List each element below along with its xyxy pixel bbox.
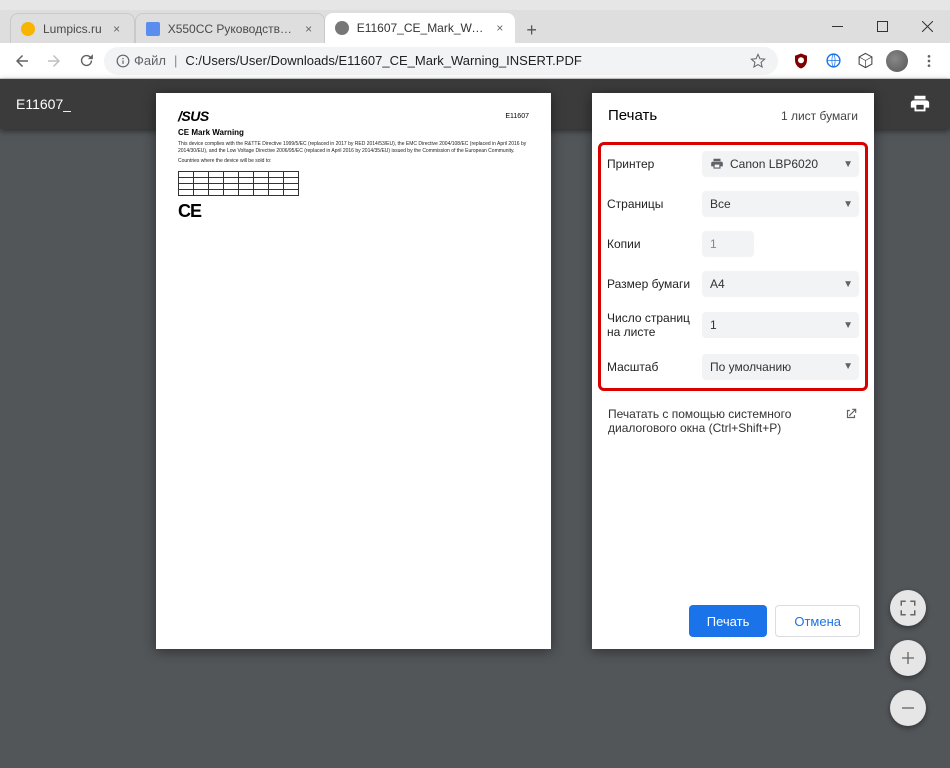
window-minimize-button[interactable] bbox=[815, 13, 860, 41]
shield-icon bbox=[792, 52, 810, 70]
favicon bbox=[335, 21, 349, 35]
papersize-value: A4 bbox=[710, 277, 725, 291]
bookmark-button[interactable] bbox=[750, 53, 766, 69]
window-maximize-button[interactable] bbox=[860, 13, 905, 41]
close-icon bbox=[922, 21, 933, 32]
print-options-box: Принтер Canon LBP6020 ▼ Страницы Все ▼ К… bbox=[598, 142, 868, 391]
browser-menu-button[interactable] bbox=[916, 48, 942, 74]
file-label: Файл bbox=[134, 53, 166, 68]
label-copies: Копии bbox=[607, 237, 702, 251]
nav-forward-button[interactable] bbox=[40, 47, 68, 75]
fit-page-button[interactable] bbox=[890, 590, 926, 626]
window-close-button[interactable] bbox=[905, 13, 950, 41]
browser-tab-2[interactable]: E11607_CE_Mark_Warning_INSEF × bbox=[325, 13, 515, 43]
scale-select[interactable]: По умолчанию ▼ bbox=[702, 354, 859, 380]
extension-generic-1[interactable] bbox=[820, 48, 846, 74]
cube-icon bbox=[857, 52, 874, 69]
label-scale: Масштаб bbox=[607, 360, 702, 374]
print-dialog-title: Печать bbox=[608, 107, 657, 124]
star-icon bbox=[750, 53, 766, 69]
print-button[interactable]: Печать bbox=[689, 605, 768, 637]
viewer-print-button[interactable] bbox=[900, 84, 940, 124]
chevron-down-icon: ▼ bbox=[843, 361, 853, 372]
cancel-button-label: Отмена bbox=[794, 614, 841, 629]
fit-icon bbox=[899, 599, 917, 617]
info-icon bbox=[116, 54, 130, 68]
chevron-down-icon: ▼ bbox=[843, 159, 853, 170]
arrow-right-icon bbox=[45, 52, 63, 70]
label-printer: Принтер bbox=[607, 157, 702, 171]
document-heading: CE Mark Warning bbox=[178, 129, 529, 137]
print-icon bbox=[710, 157, 724, 171]
document-table bbox=[178, 171, 299, 196]
close-icon[interactable]: × bbox=[110, 22, 124, 36]
document-paragraph: Countries where the device will be sold … bbox=[178, 158, 529, 165]
print-icon bbox=[909, 93, 931, 115]
pagespersheet-select[interactable]: 1 ▼ bbox=[702, 312, 859, 338]
zoom-in-button[interactable] bbox=[890, 640, 926, 676]
copies-value: 1 bbox=[710, 237, 717, 251]
reload-icon bbox=[78, 52, 95, 69]
browser-tab-0[interactable]: Lumpics.ru × bbox=[10, 13, 135, 43]
site-info-button[interactable]: Файл bbox=[116, 53, 166, 68]
extension-ublock[interactable] bbox=[788, 48, 814, 74]
browser-tab-1[interactable]: X550CC Руководства пользоват × bbox=[135, 13, 325, 43]
tab-title: X550CC Руководства пользоват bbox=[168, 22, 296, 36]
system-dialog-link[interactable]: Печатать с помощью системного диалоговог… bbox=[592, 395, 874, 447]
close-icon[interactable]: × bbox=[304, 22, 314, 36]
arrow-left-icon bbox=[13, 52, 31, 70]
favicon bbox=[21, 22, 35, 36]
tab-title: Lumpics.ru bbox=[43, 22, 102, 36]
chevron-down-icon: ▼ bbox=[843, 320, 853, 331]
label-pagespersheet: Число страниц на листе bbox=[607, 311, 702, 340]
pages-value: Все bbox=[710, 197, 731, 211]
pdf-page-preview: /SUS E11607 CE Mark Warning This device … bbox=[156, 93, 551, 649]
tab-title: E11607_CE_Mark_Warning_INSEF bbox=[357, 21, 487, 35]
window-titlebar bbox=[0, 0, 950, 10]
pdf-viewer: E11607_ /SUS E11607 CE Mark Warning This… bbox=[0, 79, 950, 768]
url-path: C:/Users/User/Downloads/E11607_CE_Mark_W… bbox=[185, 53, 581, 68]
ce-mark: CE bbox=[178, 202, 529, 220]
pages-select[interactable]: Все ▼ bbox=[702, 191, 859, 217]
brand-logo: /SUS bbox=[178, 109, 209, 123]
favicon bbox=[146, 22, 160, 36]
kebab-icon bbox=[921, 53, 937, 69]
printer-value: Canon LBP6020 bbox=[730, 157, 818, 171]
external-link-icon bbox=[844, 407, 858, 435]
document-filename: E11607_ bbox=[16, 96, 71, 112]
globe-icon bbox=[825, 52, 842, 69]
nav-back-button[interactable] bbox=[8, 47, 36, 75]
browser-tabstrip: Lumpics.ru × X550CC Руководства пользова… bbox=[0, 10, 950, 43]
plus-icon bbox=[900, 650, 916, 666]
omnibox-url-field[interactable]: Файл | C:/Users/User/Downloads/E11607_CE… bbox=[104, 47, 778, 75]
document-code: E11607 bbox=[505, 113, 529, 120]
chevron-down-icon: ▼ bbox=[843, 279, 853, 290]
papersize-select[interactable]: A4 ▼ bbox=[702, 271, 859, 297]
scale-value: По умолчанию bbox=[710, 360, 791, 374]
close-icon[interactable]: × bbox=[495, 21, 505, 35]
minus-icon bbox=[900, 700, 916, 716]
maximize-icon bbox=[877, 21, 888, 32]
minimize-icon bbox=[832, 21, 843, 32]
browser-addressbar: Файл | C:/Users/User/Downloads/E11607_CE… bbox=[0, 43, 950, 79]
printer-select[interactable]: Canon LBP6020 ▼ bbox=[702, 151, 859, 177]
copies-input[interactable]: 1 bbox=[702, 231, 754, 257]
extension-generic-2[interactable] bbox=[852, 48, 878, 74]
cancel-button[interactable]: Отмена bbox=[775, 605, 860, 637]
document-paragraph: This device complies with the R&TTE Dire… bbox=[178, 141, 529, 154]
profile-avatar[interactable] bbox=[884, 48, 910, 74]
new-tab-button[interactable]: + bbox=[519, 17, 545, 43]
chevron-down-icon: ▼ bbox=[843, 199, 853, 210]
print-dialog: Печать 1 лист бумаги Принтер Canon LBP60… bbox=[592, 93, 874, 649]
nav-reload-button[interactable] bbox=[72, 47, 100, 75]
system-dialog-label: Печатать с помощью системного диалоговог… bbox=[608, 407, 836, 435]
zoom-out-button[interactable] bbox=[890, 690, 926, 726]
avatar bbox=[886, 50, 908, 72]
sheet-count: 1 лист бумаги bbox=[781, 109, 858, 123]
print-button-label: Печать bbox=[707, 614, 750, 629]
label-pages: Страницы bbox=[607, 197, 702, 211]
label-papersize: Размер бумаги bbox=[607, 277, 702, 291]
pagespersheet-value: 1 bbox=[710, 318, 717, 332]
